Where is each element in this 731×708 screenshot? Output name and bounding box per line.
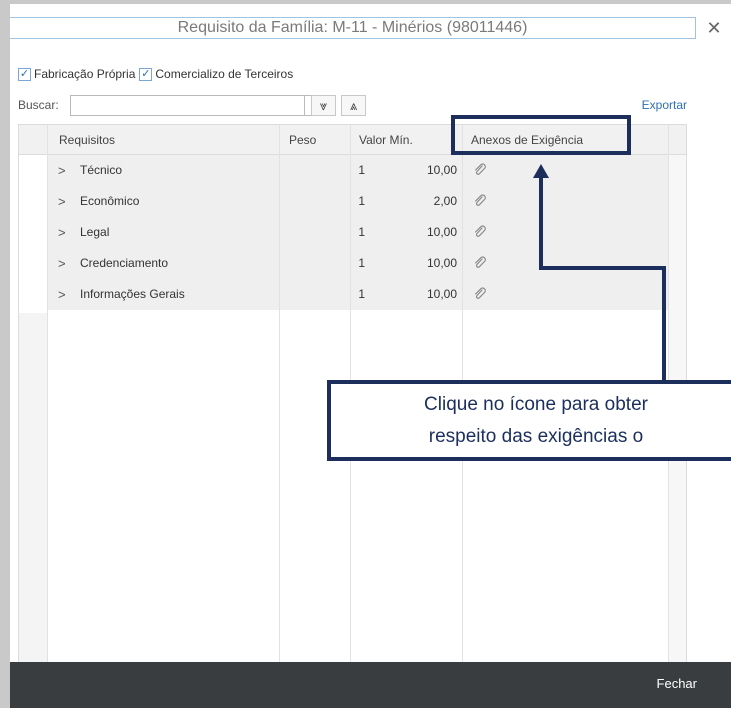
column-divider — [47, 125, 48, 686]
column-divider — [279, 125, 280, 686]
checkbox-comercializo-terceiros[interactable]: ✓ — [139, 67, 153, 81]
expand-chevron-icon[interactable]: > — [58, 248, 66, 279]
callout-text-line-1: Clique no ícone para obter — [424, 394, 648, 415]
expand-chevron-icon[interactable]: > — [58, 155, 66, 186]
column-header-valor-min[interactable]: Valor Mín. — [359, 125, 413, 155]
column-header-requisitos[interactable]: Requisitos — [59, 125, 115, 155]
expand-all-icon: ⩔ — [319, 98, 328, 113]
cell-valor-min: 10,00 — [426, 256, 457, 270]
paperclip-icon[interactable] — [473, 287, 487, 301]
table-row[interactable]: > Econômico 1 2,00 — [48, 186, 669, 217]
callout-connector — [539, 176, 543, 269]
expand-chevron-icon[interactable]: > — [58, 186, 66, 217]
collapse-all-icon: ⩓ — [349, 98, 358, 113]
paperclip-icon[interactable] — [473, 256, 487, 270]
toolbar-divider — [304, 96, 305, 115]
checkbox-label-comercializo[interactable]: Comercializo de Terceiros — [155, 67, 293, 81]
callout-connector — [662, 266, 666, 382]
search-input[interactable] — [70, 95, 315, 116]
column-header-peso[interactable]: Peso — [289, 125, 316, 155]
checkbox-fabricacao-propria[interactable]: ✓ — [18, 67, 31, 81]
window-frame-top — [0, 0, 731, 4]
cell-peso: 1 — [358, 225, 365, 239]
instruction-callout: Clique no ícone para obter respeito das … — [327, 380, 731, 461]
callout-connector — [539, 266, 666, 270]
table-row[interactable]: > Técnico 1 10,00 — [48, 155, 669, 186]
row-gutter-empty — [19, 313, 47, 686]
cell-peso: 1 — [358, 256, 365, 270]
search-label: Buscar: — [18, 98, 59, 112]
table-row[interactable]: > Credenciamento 1 10,00 — [48, 248, 669, 279]
cell-requisito: Informações Gerais — [80, 287, 185, 301]
expand-all-button[interactable]: ⩔ — [311, 95, 336, 116]
cell-valor-min: 10,00 — [426, 225, 457, 239]
cell-valor-min: 2,00 — [433, 194, 457, 208]
expand-chevron-icon[interactable]: > — [58, 217, 66, 248]
cell-requisito: Legal — [80, 225, 110, 239]
cell-valor-min: 10,00 — [426, 163, 457, 177]
cell-requisito: Técnico — [80, 163, 123, 177]
collapse-all-button[interactable]: ⩓ — [341, 95, 366, 116]
search-toolbar: Buscar: ⩔ ⩓ Exportar — [18, 95, 687, 117]
filter-checkboxes: ✓ Fabricação Própria ✓ Comercializo de T… — [18, 65, 297, 83]
paperclip-icon[interactable] — [473, 163, 487, 177]
export-link[interactable]: Exportar — [642, 98, 687, 112]
cell-requisito: Credenciamento — [80, 256, 169, 270]
cell-peso: 1 — [358, 287, 365, 301]
cell-peso: 1 — [358, 163, 365, 177]
callout-text-line-2: respeito das exigências o — [428, 426, 644, 447]
paperclip-icon[interactable] — [473, 225, 487, 239]
dialog-title: Requisito da Família: M-11 - Minérios (9… — [10, 17, 696, 39]
close-icon[interactable]: ✕ — [704, 17, 724, 39]
fechar-button[interactable]: Fechar — [657, 676, 697, 691]
expand-chevron-icon[interactable]: > — [58, 279, 66, 310]
highlight-anexos-header — [451, 115, 631, 155]
cell-valor-min: 10,00 — [426, 287, 457, 301]
paperclip-icon[interactable] — [473, 194, 487, 208]
cell-peso: 1 — [358, 194, 365, 208]
table-row[interactable]: > Legal 1 10,00 — [48, 217, 669, 248]
cell-requisito: Econômico — [80, 194, 140, 208]
row-gutter — [19, 155, 47, 313]
checkbox-label-fabricacao[interactable]: Fabricação Própria — [34, 67, 135, 81]
dialog-footer: Fechar — [10, 662, 731, 708]
table-row[interactable]: > Informações Gerais 1 10,00 — [48, 279, 669, 310]
window-frame-left — [0, 0, 10, 708]
